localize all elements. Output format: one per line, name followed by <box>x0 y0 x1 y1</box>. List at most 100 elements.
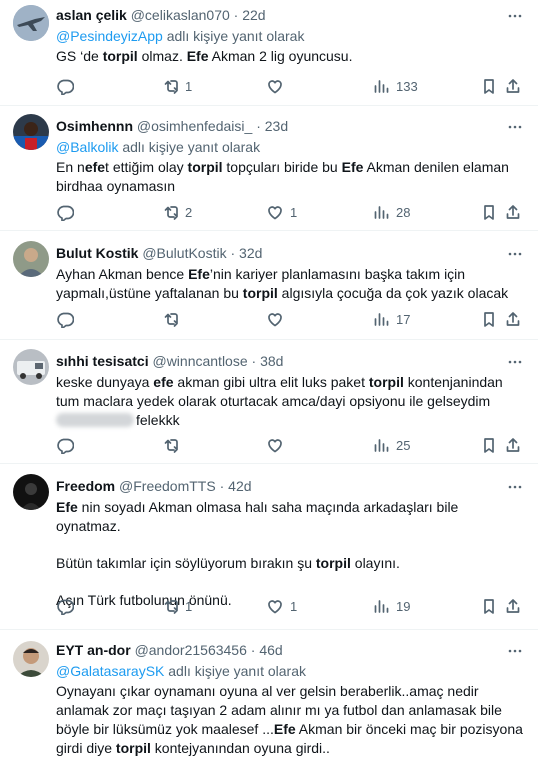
reply-mention[interactable]: @PesindeyizApp <box>56 28 163 44</box>
retweet-count: 1 <box>185 78 193 94</box>
separator-dot: · <box>233 7 239 23</box>
tweet-actions: 2 1 28 <box>56 202 506 222</box>
reply-context-text: adlı kişiye yanıt olarak <box>168 663 306 679</box>
retweet-icon <box>164 80 178 94</box>
retweet-button[interactable] <box>161 309 185 329</box>
tweet-5[interactable]: Freedom @FreedomTTS · 42d Efe nin soyadı… <box>0 464 538 630</box>
retweet-icon <box>164 439 178 453</box>
tweet-time[interactable]: 42d <box>228 478 251 494</box>
tweet-time[interactable]: 22d <box>242 7 265 23</box>
author-handle[interactable]: @osimhenfedaisi_ <box>137 118 252 134</box>
tweet-time[interactable]: 46d <box>259 642 282 658</box>
tweet-time[interactable]: 23d <box>265 118 288 134</box>
more-icon[interactable] <box>506 478 524 496</box>
like-button[interactable] <box>266 435 290 455</box>
tweet-text: Oynayanı çıkar oynamanı oyuna al ver gel… <box>56 683 523 756</box>
retweet-count: 2 <box>185 204 193 220</box>
reply-button[interactable] <box>56 596 80 616</box>
tweet-text: keske dunyaya efe akman gibi ultra elit … <box>56 374 503 409</box>
author-name[interactable]: aslan çelik <box>56 7 127 23</box>
view-count: 25 <box>396 437 411 453</box>
more-icon[interactable] <box>506 245 524 263</box>
author-handle[interactable]: @winncantlose <box>152 353 247 369</box>
tweet-2[interactable]: Osimhennn @osimhenfedaisi_ · 23d @Balkol… <box>0 106 538 231</box>
reply-context-text: adlı kişiye yanıt olarak <box>122 139 261 155</box>
tweet-time[interactable]: 32d <box>239 245 262 261</box>
tweet-3[interactable]: Bulut Kostik @BulutKostik · 32d Ayhan Ak… <box>0 231 538 340</box>
share-icon[interactable] <box>504 77 522 95</box>
keyword-highlight: torpil <box>115 740 151 756</box>
view-count: 28 <box>396 204 411 220</box>
retweet-icon <box>164 313 178 327</box>
separator-dot: · <box>219 478 225 494</box>
author-name[interactable]: Freedom <box>56 478 115 494</box>
bookmark-button[interactable] <box>480 202 498 222</box>
dark-avatar[interactable] <box>13 474 49 510</box>
share-icon[interactable] <box>504 436 522 454</box>
author-name[interactable]: EYT an-dor <box>56 642 131 658</box>
reply-button[interactable] <box>56 309 80 329</box>
author-name[interactable]: sıhhi tesisatci <box>56 353 149 369</box>
author-handle[interactable]: @andor21563456 <box>135 642 247 658</box>
more-icon[interactable] <box>506 353 524 371</box>
tweet-1[interactable]: aslan çelik @celikaslan070 · 22d @Pesind… <box>0 0 538 106</box>
keyword-highlight: torpil <box>242 285 278 301</box>
reply-context: @PesindeyizApp adlı kişiye yanıt olarak <box>56 27 304 45</box>
more-icon[interactable] <box>506 7 524 25</box>
heart-icon <box>268 313 282 327</box>
player-avatar[interactable] <box>13 114 49 150</box>
man-avatar[interactable] <box>13 641 49 677</box>
retweet-button[interactable]: 1 <box>161 596 192 616</box>
tweet-actions: 1 1 19 <box>56 596 506 616</box>
tweet-body: En nefet ettiğim olay torpil topçuları b… <box>56 158 526 196</box>
separator-dot: · <box>256 118 261 134</box>
reply-mention[interactable]: @GalatasaraySK <box>56 663 164 679</box>
bookmark-button[interactable] <box>480 309 498 329</box>
bookmark-button[interactable] <box>480 596 498 616</box>
views-button[interactable]: 28 <box>372 202 410 222</box>
bookmark-icon <box>484 79 494 94</box>
tweet-6[interactable]: EYT an-dor @andor21563456 · 46d @Galatas… <box>0 630 538 756</box>
share-icon[interactable] <box>504 310 522 328</box>
more-icon[interactable] <box>506 642 524 660</box>
share-icon[interactable] <box>504 597 522 615</box>
reply-icon <box>57 312 74 328</box>
retweet-button[interactable]: 2 <box>161 202 192 222</box>
share-icon[interactable] <box>504 203 522 221</box>
like-button[interactable]: 1 <box>266 202 297 222</box>
author-name[interactable]: Bulut Kostik <box>56 245 138 261</box>
views-button[interactable]: 25 <box>372 435 410 455</box>
reply-button[interactable] <box>56 202 80 222</box>
author-handle[interactable]: @FreedomTTS <box>119 478 216 494</box>
redacted-blur <box>56 413 134 427</box>
retweet-button[interactable] <box>161 435 185 455</box>
tweet-actions: 17 <box>56 309 506 329</box>
jet-avatar[interactable] <box>13 5 49 41</box>
reply-button[interactable] <box>56 76 80 96</box>
retweet-count: 1 <box>185 598 193 614</box>
bookmark-button[interactable] <box>480 435 498 455</box>
author-handle[interactable]: @celikaslan070 <box>131 7 230 23</box>
tweet-time[interactable]: 38d <box>260 353 283 369</box>
views-button[interactable]: 133 <box>372 76 418 96</box>
like-button[interactable] <box>266 309 290 329</box>
reply-mention[interactable]: @Balkolik <box>56 139 118 155</box>
author-handle[interactable]: @BulutKostik <box>142 245 226 261</box>
like-button[interactable]: 1 <box>266 596 297 616</box>
views-icon <box>374 439 389 452</box>
tweet-body: Ayhan Akman bence Efe’nin kariyer planla… <box>56 265 526 303</box>
van-avatar[interactable] <box>13 349 49 385</box>
views-button[interactable]: 19 <box>372 596 410 616</box>
bookmark-button[interactable] <box>480 76 498 96</box>
author-name[interactable]: Osimhennn <box>56 118 133 134</box>
tweet-text: GS ‘de torpil olmaz. Efe Akman 2 lig oyu… <box>56 48 353 64</box>
more-icon[interactable] <box>506 118 524 136</box>
views-button[interactable]: 17 <box>372 309 410 329</box>
like-button[interactable] <box>266 76 290 96</box>
views-icon <box>374 313 389 326</box>
reply-icon <box>57 205 74 221</box>
reply-button[interactable] <box>56 435 80 455</box>
retweet-button[interactable]: 1 <box>161 76 192 96</box>
person-avatar[interactable] <box>13 241 49 277</box>
tweet-4[interactable]: sıhhi tesisatci @winncantlose · 38d kesk… <box>0 340 538 464</box>
